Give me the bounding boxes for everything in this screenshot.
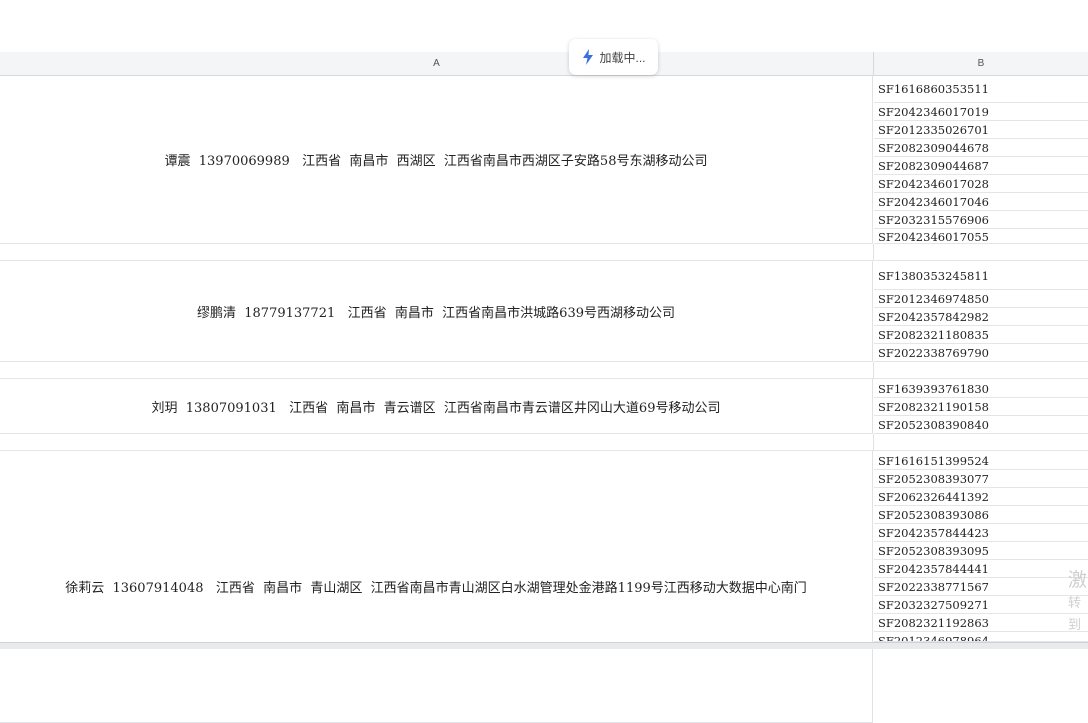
cell-a-text: 徐莉云 13607914048 江西省 南昌市 青山湖区 江西省南昌市青山湖区白…	[65, 581, 807, 596]
cell-b-text: SF1380353245811	[878, 269, 989, 283]
cell-b-text: SF2042357844441	[878, 562, 989, 576]
cell-b-text: SF2082309044687	[878, 159, 989, 173]
cell-b[interactable]: SF2042346017055	[874, 229, 1088, 244]
cell-b[interactable]: SF1616860353511	[874, 76, 1088, 103]
cell-b[interactable]: SF2042346017019	[874, 103, 1088, 121]
cell-a-text: 谭震 13970069989 江西省 南昌市 西湖区 江西省南昌市西湖区子安路5…	[164, 154, 708, 169]
cell-b[interactable]: SF1639393761830	[874, 379, 1088, 398]
cell-a-text: 缪鹏清 18779137721 江西省 南昌市 江西省南昌市洪城路639号西湖移…	[197, 305, 675, 321]
loading-indicator: 加载中...	[569, 39, 658, 75]
cell-b[interactable]: SF2062326441392	[874, 488, 1088, 506]
cell-b-text: SF2062326441392	[878, 490, 989, 504]
lightning-icon	[583, 49, 594, 65]
loading-text: 加载中...	[599, 50, 646, 65]
cell-b-text: SF2082309044678	[878, 141, 989, 155]
column-header-a[interactable]: A	[0, 52, 874, 76]
cell-b[interactable]: SF2082309044678	[874, 139, 1088, 157]
cell-b-text: SF2022338769790	[878, 346, 989, 360]
column-header-b[interactable]: B	[874, 52, 1088, 76]
column-header-b-label: B	[977, 58, 985, 69]
cell-b-text: SF2012346974850	[878, 292, 989, 306]
cell-b-text: SF2032315576906	[878, 213, 989, 227]
column-header-a-label: A	[433, 58, 440, 69]
cell-b-text: SF2042357844423	[878, 526, 989, 540]
watermark-line2: 转到	[1068, 595, 1082, 632]
merged-cell-a[interactable]: 缪鹏清 18779137721 江西省 南昌市 江西省南昌市洪城路639号西湖移…	[0, 261, 873, 362]
cell-b-text: SF1639393761830	[878, 382, 989, 396]
cell-b[interactable]: SF2082321180835	[874, 326, 1088, 344]
cell-b[interactable]: SF2042346017046	[874, 193, 1088, 211]
cell-b[interactable]: SF2042357844423	[874, 524, 1088, 542]
cell-b-text: SF2042346017019	[878, 105, 989, 119]
empty-row[interactable]	[0, 362, 1088, 379]
watermark-line1: 激	[1068, 570, 1088, 591]
cell-b[interactable]: SF2042357844441	[874, 560, 1088, 578]
cell-b-text: SF2082321180835	[878, 328, 989, 342]
merged-cell-a[interactable]: 刘玥 13807091031 江西省 南昌市 青云谱区 江西省南昌市青云谱区井冈…	[0, 379, 873, 434]
cell-b[interactable]: SF2082309044687	[874, 157, 1088, 175]
cell-b-text: SF2052308393095	[878, 544, 989, 558]
empty-row[interactable]	[0, 244, 1088, 261]
cell-b[interactable]: SF2082321192863	[874, 614, 1088, 632]
cell-b[interactable]: SF1616151399524	[874, 451, 1088, 470]
merged-cell-a[interactable]: 谭震 13970069989 江西省 南昌市 西湖区 江西省南昌市西湖区子安路5…	[0, 76, 873, 244]
cell-b[interactable]: SF2052308393077	[874, 470, 1088, 488]
cell-b-text: SF1616860353511	[878, 82, 989, 96]
cell-b-text: SF2012346978964	[878, 634, 989, 642]
cell-b-text: SF2022338771567	[878, 580, 989, 594]
cell-a-text: 刘玥 13807091031 江西省 南昌市 青云谱区 江西省南昌市青云谱区井冈…	[151, 400, 721, 416]
cell-b-text: SF2012335026701	[878, 123, 989, 137]
cell-b[interactable]: SF2042357842982	[874, 308, 1088, 326]
activation-watermark: 激 转到	[1068, 570, 1088, 636]
merged-cell-a[interactable]: 徐莉云 13607914048 江西省 南昌市 青山湖区 江西省南昌市青山湖区白…	[0, 451, 873, 723]
cell-b-text: SF2052308390840	[878, 418, 989, 432]
cell-b[interactable]: SF2012335026701	[874, 121, 1088, 139]
cell-b-text: SF2042346017046	[878, 195, 989, 209]
cell-b-text: SF2042357842982	[878, 310, 989, 324]
cell-b-text: SF2042346017028	[878, 177, 989, 191]
cell-b-text: SF2052308393086	[878, 508, 989, 522]
cell-b[interactable]: SF2012346974850	[874, 290, 1088, 308]
cell-b[interactable]: SF2052308393095	[874, 542, 1088, 560]
cell-b[interactable]: SF1380353245811	[874, 261, 1088, 290]
cell-b[interactable]: SF2032327509271	[874, 596, 1088, 614]
cell-b-text: SF1616151399524	[878, 454, 989, 468]
cell-b[interactable]: SF2052308393086	[874, 506, 1088, 524]
cell-b[interactable]: SF2022338771567	[874, 578, 1088, 596]
cell-b[interactable]: SF2012346978964	[874, 632, 1088, 642]
cell-b[interactable]: SF2022338769790	[874, 344, 1088, 362]
cell-b-text: SF2082321190158	[878, 400, 989, 414]
cell-b-text: SF2052308393077	[878, 472, 989, 486]
toolbar-area	[0, 0, 1088, 52]
cell-b-text: SF2032327509271	[878, 598, 989, 612]
cell-b-text: SF2042346017055	[878, 230, 989, 244]
cell-b[interactable]: SF2032315576906	[874, 211, 1088, 229]
cell-b[interactable]: SF2052308390840	[874, 416, 1088, 434]
empty-row[interactable]	[0, 434, 1088, 451]
cell-b[interactable]: SF2082321190158	[874, 398, 1088, 416]
cell-b[interactable]: SF2042346017028	[874, 175, 1088, 193]
cell-b-text: SF2082321192863	[878, 616, 989, 630]
